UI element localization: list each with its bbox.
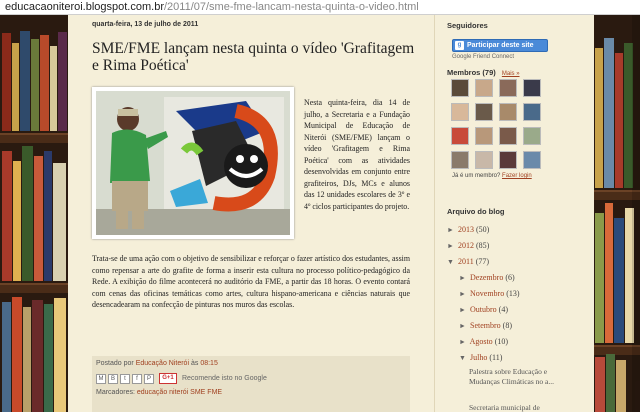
avatar[interactable] [499,151,517,169]
avatar[interactable] [499,127,517,145]
archive-post-link[interactable]: Secretaria municipal de [469,403,577,412]
archive-month-julho[interactable]: ▼ Julho (11) [459,353,502,362]
avatar[interactable] [499,79,517,97]
archive-month-setembro[interactable]: ► Setembro (8) [459,321,512,330]
archive-year-2012[interactable]: ► 2012 (85) [447,241,489,250]
avatar[interactable] [475,103,493,121]
archive-post-link[interactable]: Palestra sobre Educação e Mudanças Climá… [469,367,577,387]
archive-title: Arquivo do blog [447,207,505,216]
archive-year-2013[interactable]: ► 2013 (50) [447,225,489,234]
post-meta: Postado por Educação Niterói às 08:15 [96,358,406,371]
labels-prefix: Marcadores: [96,389,135,396]
archive-year-2011[interactable]: ▼ 2011 (77) [447,257,489,266]
already-member: Já é um membro? Fazer login [452,173,532,179]
post-date: quarta-feira, 13 de julho de 2011 [92,21,199,28]
archive-month-novembro[interactable]: ► Novembro (13) [459,289,520,298]
bookshelf-left [0,15,68,412]
gfc-subtitle: Google Friend Connect [452,54,515,60]
avatar[interactable] [499,103,517,121]
post-labels: Marcadores: educação niterói SME FME [96,389,406,396]
post-footer: Postado por Educação Niterói às 08:15 M … [92,356,410,412]
expand-arrow-icon[interactable]: ► [447,242,456,250]
collapse-arrow-icon[interactable]: ▼ [459,354,468,362]
post-photo[interactable] [92,87,294,239]
recommend-text: Recomende isto no Google [182,375,267,382]
expand-arrow-icon[interactable]: ► [459,338,468,346]
sidebar: Seguidores g Participar deste site Googl… [434,15,594,412]
post-body-text: Trata-se de uma ação com o objetivo de s… [92,254,410,309]
gplus-button[interactable]: G+1 [159,373,177,384]
archive-month-dezembro[interactable]: ► Dezembro (6) [459,273,515,282]
url-host: educacaoniteroi.blogspot.com.br [5,1,164,13]
followers-title: Seguidores [447,21,488,30]
address-bar[interactable]: educacaoniteroi.blogspot.com.br/2011/07/… [0,0,640,15]
avatar[interactable] [451,127,469,145]
expand-arrow-icon[interactable]: ► [459,306,468,314]
page-scrollbar[interactable] [632,15,640,412]
archive-month-agosto[interactable]: ► Agosto (10) [459,337,508,346]
post-time-link[interactable]: 08:15 [200,360,218,367]
pinterest-share-icon[interactable]: P [144,373,154,384]
expand-arrow-icon[interactable]: ► [459,274,468,282]
avatar[interactable] [523,151,541,169]
post-title[interactable]: SME/FME lançam nesta quinta o vídeo 'Gra… [92,40,422,74]
expand-arrow-icon[interactable]: ► [459,290,468,298]
avatar[interactable] [523,127,541,145]
twitter-share-icon[interactable]: t [120,373,130,384]
time-prefix: às [190,360,199,367]
google-icon: g [455,41,464,50]
blogthis-share-icon[interactable]: B [108,373,118,384]
avatar[interactable] [475,151,493,169]
avatar[interactable] [523,79,541,97]
email-share-icon[interactable]: M [96,373,106,384]
avatar[interactable] [451,151,469,169]
members-title: Membros (79) [447,68,496,77]
members-heading: Membros (79) Mais » [447,68,520,77]
already-member-text: Já é um membro? [452,173,501,179]
avatar[interactable] [475,79,493,97]
avatar[interactable] [451,79,469,97]
author-link[interactable]: Educação Niterói [136,360,189,367]
facebook-share-icon[interactable]: f [132,373,142,384]
expand-arrow-icon[interactable]: ► [459,322,468,330]
labels-link[interactable]: educação niterói SME FME [137,389,222,396]
more-members-link[interactable]: Mais » [502,71,520,77]
join-site-label: Participar deste site [467,42,534,49]
avatar[interactable] [451,103,469,121]
expand-arrow-icon[interactable]: ► [447,226,456,234]
avatar[interactable] [475,127,493,145]
login-link[interactable]: Fazer login [502,173,532,179]
post-column: quarta-feira, 13 de julho de 2011 SME/FM… [68,15,434,412]
post-intro-text: Nesta quinta-feira, dia 14 de julho, a S… [304,98,410,211]
collapse-arrow-icon[interactable]: ▼ [447,258,456,266]
share-bar: M B t f P G+1 Recomende isto no Google [96,371,406,386]
avatar[interactable] [523,103,541,121]
join-site-button[interactable]: g Participar deste site [452,39,548,52]
posted-by-prefix: Postado por [96,360,134,367]
archive-month-outubro[interactable]: ► Outubro (4) [459,305,508,314]
graffiti-painter-image [96,91,290,235]
url-path: /2011/07/sme-fme-lancam-nesta-quinta-o-v… [163,1,419,13]
